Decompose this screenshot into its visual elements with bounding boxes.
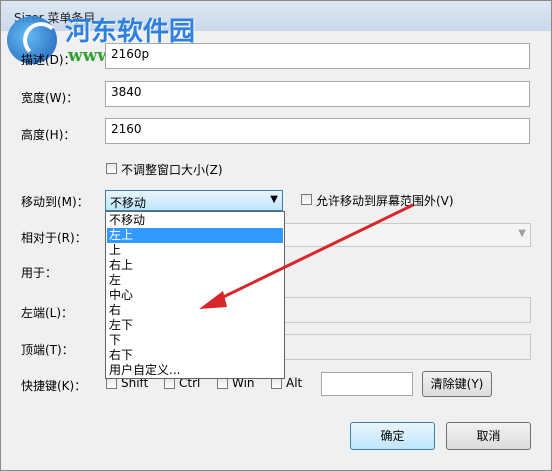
- annotation-arrow-icon: [199, 203, 414, 309]
- sizer-dialog: Sizer 菜单条目 河东软件园 www.pc0359.cn 描述(D)： 21…: [0, 0, 552, 471]
